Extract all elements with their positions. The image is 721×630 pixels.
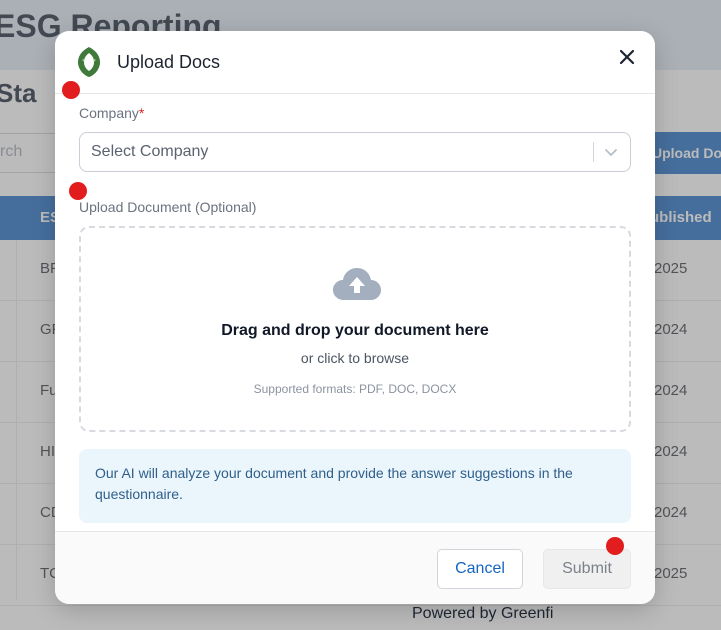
- ai-info-box: Our AI will analyze your document and pr…: [79, 449, 631, 523]
- select-separator: [593, 142, 594, 162]
- dropzone-browse-text[interactable]: or click to browse: [81, 350, 629, 366]
- annotation-marker: [62, 81, 80, 99]
- dropzone-title: Drag and drop your document here: [221, 322, 489, 339]
- upload-document-label: Upload Document (Optional): [79, 199, 257, 215]
- supported-formats-text: Supported formats: PDF, DOC, DOCX: [253, 382, 457, 396]
- required-asterisk: *: [138, 105, 145, 121]
- cloud-upload-icon: [333, 268, 381, 300]
- close-icon[interactable]: [615, 45, 639, 69]
- greenfi-logo-icon: [78, 47, 100, 77]
- ai-info-text: Our AI will analyze your document and pr…: [95, 465, 573, 502]
- upload-docs-modal: Upload Docs Company* Select Company Uplo…: [55, 31, 655, 604]
- annotation-marker: [69, 182, 87, 200]
- powered-by-footer: Powered by Greenfi: [412, 605, 554, 622]
- company-label-text: Company: [79, 105, 139, 121]
- submit-button[interactable]: Submit: [543, 549, 631, 589]
- company-select-placeholder: Select Company: [91, 143, 209, 160]
- company-select[interactable]: Select Company: [79, 132, 631, 172]
- modal-header: Upload Docs: [55, 31, 655, 94]
- modal-footer: Cancel Submit: [55, 531, 655, 604]
- cancel-button[interactable]: Cancel: [437, 549, 523, 589]
- modal-title: Upload Docs: [117, 52, 221, 72]
- company-label: Company*: [79, 105, 144, 121]
- file-dropzone[interactable]: Drag and drop your document here or clic…: [79, 226, 631, 432]
- annotation-marker: [606, 537, 624, 555]
- chevron-down-icon[interactable]: [604, 145, 618, 159]
